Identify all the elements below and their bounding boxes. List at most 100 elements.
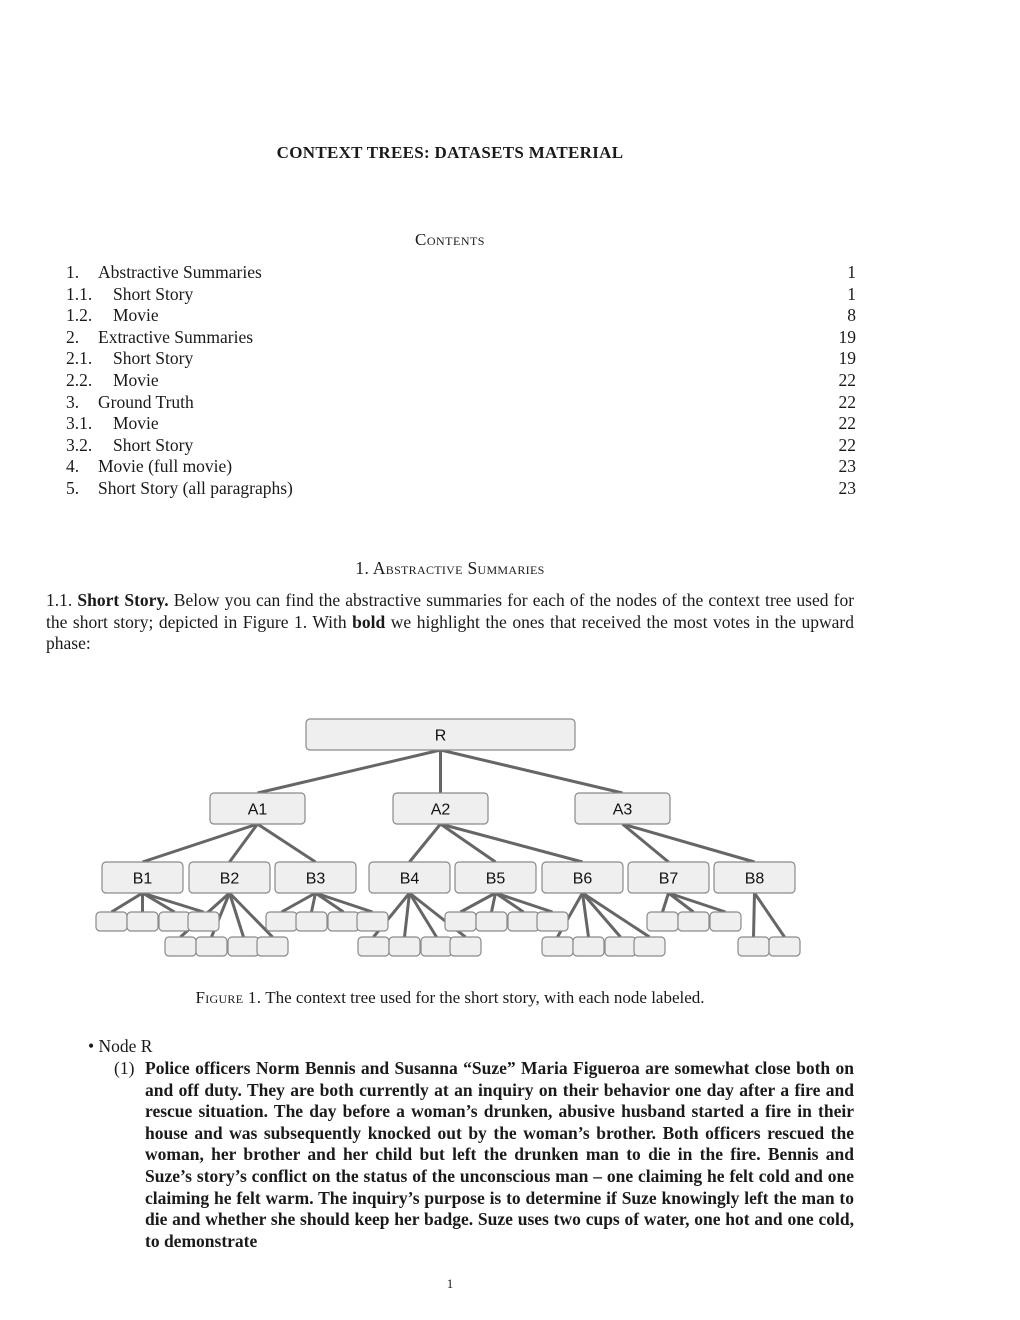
tree-leaf-node	[677, 911, 710, 932]
toc-entry-page: 19	[838, 348, 857, 369]
tree-leaf-node	[420, 936, 453, 957]
tree-leaf-node	[164, 936, 197, 957]
section-heading: 1. Abstractive Summaries	[355, 558, 545, 578]
tree-leaf-node	[227, 936, 260, 957]
tree-edge	[668, 891, 726, 914]
tree-leaf-node	[357, 936, 390, 957]
toc-entry-label: Short Story	[113, 283, 194, 304]
tree-leaf-node	[295, 911, 328, 932]
tree-node-a3: A3	[574, 792, 671, 825]
toc-entry[interactable]: 1.2. Movie 8	[66, 305, 856, 327]
tree-leaf-node	[265, 911, 298, 932]
toc-entry-page: 22	[838, 434, 857, 455]
tree-leaf-node	[709, 911, 742, 932]
toc-entry-number: 5.	[66, 477, 80, 498]
svg-text:A1: A1	[248, 802, 268, 819]
toc-entry-page: 8	[847, 305, 856, 326]
tree-leaf-node	[356, 911, 389, 932]
tree-leaf-node	[388, 936, 421, 957]
toc-entry-number: 2.	[66, 326, 80, 347]
toc-entry[interactable]: 3.2. Short Story 22	[66, 435, 856, 457]
tree-node-b3: B3	[274, 861, 357, 894]
toc-entry[interactable]: 1.1. Short Story 1	[66, 284, 856, 306]
toc-entry-label: Short Story	[113, 348, 194, 369]
svg-text:A3: A3	[613, 802, 633, 819]
tree-node-a2: A2	[392, 792, 489, 825]
tree-edge	[495, 891, 553, 914]
tree-leaf-node	[604, 936, 637, 957]
tree-leaf-node	[449, 936, 482, 957]
intro-bold-word: bold	[352, 611, 386, 632]
toc-entry-label: Movie	[113, 369, 159, 390]
toc-entry-number: 3.2.	[66, 434, 93, 455]
subsection-title: Short Story.	[77, 590, 169, 610]
toc-entry-number: 2.1.	[66, 348, 93, 369]
toc-entry-number: 2.2.	[66, 369, 93, 390]
tree-edge	[315, 891, 373, 914]
tree-leaf-node	[327, 911, 360, 932]
toc-entry-number: 1.1.	[66, 283, 93, 304]
tree-leaf-node	[195, 936, 228, 957]
toc-entry[interactable]: 2.1. Short Story 19	[66, 348, 856, 370]
tree-edge	[459, 891, 497, 914]
svg-text:B4: B4	[400, 871, 420, 888]
tree-edge	[142, 822, 258, 864]
tree-edge	[110, 891, 144, 914]
tree-node-b8: B8	[713, 861, 796, 894]
figure-caption-text: The context tree used for the short stor…	[265, 988, 705, 1007]
toc-entry-page: 22	[838, 369, 857, 390]
toc-entry-page: 23	[838, 456, 857, 477]
tree-edge	[142, 891, 204, 914]
page-number: 1	[446, 1276, 454, 1291]
tree-leaf-node	[572, 936, 605, 957]
svg-text:B1: B1	[133, 871, 153, 888]
toc-entry-label: Movie	[113, 305, 159, 326]
tree-node-a1: A1	[209, 792, 306, 825]
toc-entry[interactable]: 4. Movie (full movie) 23	[66, 456, 856, 478]
tree-edge	[257, 748, 441, 795]
toc-entry-number: 1.	[66, 262, 80, 282]
tree-node-b5: B5	[454, 861, 537, 894]
toc-entry[interactable]: 2.2. Movie 22	[66, 370, 856, 392]
toc-entry[interactable]: 3. Ground Truth 22	[66, 392, 856, 414]
toc-entry-page: 23	[838, 477, 857, 498]
tree-leaf-node	[158, 911, 191, 932]
tree-leaf-node	[95, 911, 128, 932]
tree-edge	[622, 822, 755, 864]
tree-edge	[440, 822, 583, 864]
tree-edge	[256, 822, 317, 864]
tree-edge	[752, 892, 756, 938]
tree-edge	[439, 822, 497, 864]
tree-node-b2: B2	[188, 861, 271, 894]
toc-entry-label: Short Story	[113, 434, 194, 455]
svg-text:A2: A2	[431, 802, 451, 819]
tree-edge	[280, 891, 317, 914]
tree-leaf-node	[768, 936, 801, 957]
svg-text:B3: B3	[306, 871, 326, 888]
toc-entry-label: Extractive Summaries	[98, 326, 254, 347]
toc-entry[interactable]: 5. Short Story (all paragraphs) 23	[66, 478, 856, 500]
svg-text:R: R	[435, 728, 447, 745]
toc-entry[interactable]: 3.1. Movie 22	[66, 413, 856, 435]
tree-leaf-node	[646, 911, 679, 932]
document-title: CONTEXT TREES: DATASETS MATERIAL	[276, 143, 624, 162]
tree-leaf-node	[256, 936, 289, 957]
subsection-number: 1.1.	[46, 590, 73, 610]
node-r-bullet: • Node R	[88, 1036, 152, 1058]
tree-node-b4: B4	[368, 861, 451, 894]
toc-entry[interactable]: 1. Abstractive Summaries 1	[66, 262, 856, 284]
tree-leaf-node	[126, 911, 159, 932]
tree-node-root: R	[305, 718, 576, 751]
table-of-contents: 1. Abstractive Summaries 1 1.1. Short Story 1…	[66, 262, 856, 500]
context-tree-diagram: R A1 A2 A3 B1 B2 B3 B4 B5 B6 B7 B8	[95, 718, 801, 957]
contents-heading: Contents	[414, 230, 485, 249]
toc-entry-page: 22	[838, 413, 857, 434]
tree-edge	[661, 892, 670, 913]
tree-edge	[753, 892, 786, 938]
toc-entry-number: 4.	[66, 456, 80, 477]
toc-entry[interactable]: 2. Extractive Summaries 19	[66, 327, 856, 349]
svg-text:B2: B2	[220, 871, 240, 888]
bullet-icon: •	[88, 1036, 95, 1056]
tree-leaf-node	[475, 911, 508, 932]
svg-text:B5: B5	[486, 871, 506, 888]
